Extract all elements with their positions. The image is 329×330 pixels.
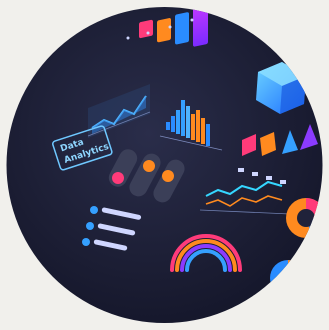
bar xyxy=(193,7,208,47)
marker-dot xyxy=(190,18,194,22)
donut-chart xyxy=(286,198,323,238)
marker-dot xyxy=(146,31,150,35)
pie-chart xyxy=(270,260,306,296)
marker-dot xyxy=(126,36,130,40)
bar xyxy=(157,18,171,43)
analytics-scene: Data Analytics xyxy=(6,7,323,323)
analytics-illustration: Data Analytics xyxy=(0,0,329,330)
bar xyxy=(175,12,189,45)
marker-dot xyxy=(168,25,172,29)
bar xyxy=(139,19,153,39)
